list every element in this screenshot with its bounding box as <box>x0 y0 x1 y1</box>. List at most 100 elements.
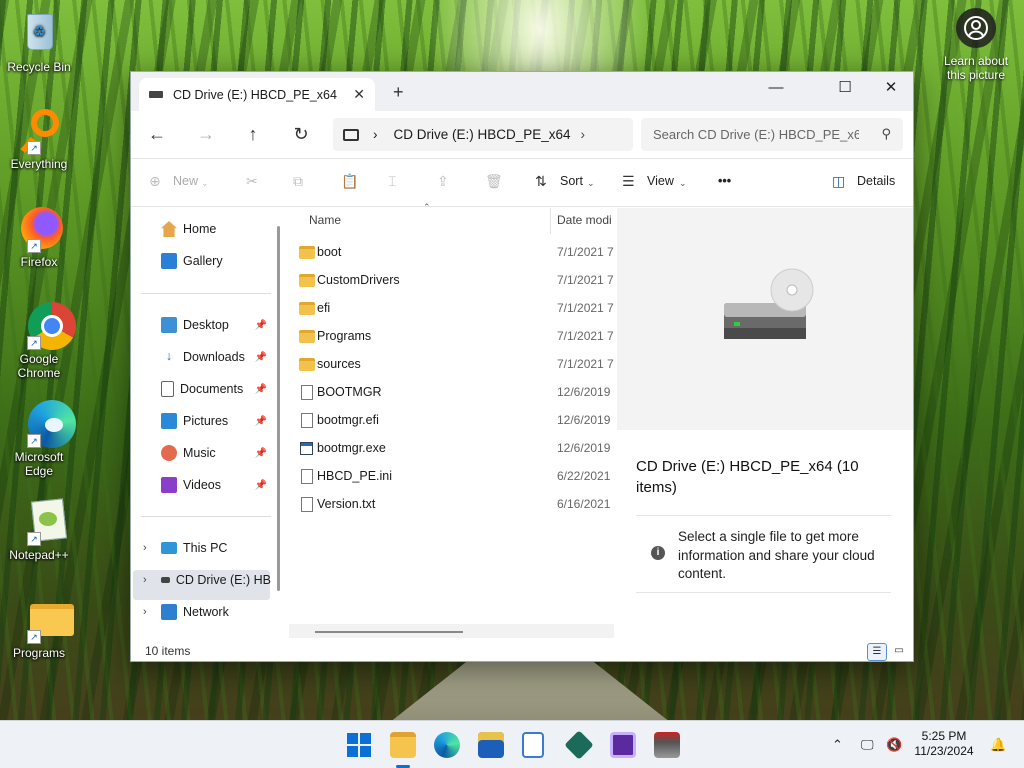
delete-icon[interactable]: 🗑 <box>485 173 503 190</box>
horizontal-scrollbar[interactable] <box>289 624 614 638</box>
cut-icon[interactable]: ✂ <box>246 173 258 190</box>
file-row[interactable]: CustomDrivers 7/1/2021 7 <box>289 266 616 294</box>
nav-item-downloads[interactable]: ↓ Downloads 📌 <box>161 343 271 371</box>
app-taskbar-icon-3[interactable] <box>654 732 680 758</box>
share-icon[interactable]: ⇪ <box>437 173 449 190</box>
nav-item-pictures[interactable]: Pictures 📌 <box>161 407 271 435</box>
paste-icon[interactable]: 📋 <box>341 173 358 190</box>
desktop-icon-recycle-bin[interactable]: ♻ Recycle Bin <box>2 10 76 74</box>
details-view-icon[interactable]: ☰ <box>867 643 887 661</box>
copy-icon[interactable]: ⧉ <box>293 173 303 190</box>
clock[interactable]: 5:25 PM 11/23/2024 <box>914 729 974 759</box>
file-row[interactable]: boot 7/1/2021 7 <box>289 238 616 266</box>
sort-icon[interactable]: ⇅ <box>535 173 547 190</box>
notification-bell-icon[interactable]: 🔔 <box>990 737 1006 753</box>
file-row[interactable]: sources 7/1/2021 7 <box>289 350 616 378</box>
nav-item-documents[interactable]: Documents 📌 <box>161 375 271 403</box>
notepad-taskbar-icon[interactable] <box>522 732 544 758</box>
view-icon[interactable]: ☰ <box>622 173 635 190</box>
file-row[interactable]: bootmgr.exe 12/6/2019 <box>289 434 616 462</box>
file-row[interactable]: bootmgr.efi 12/6/2019 <box>289 406 616 434</box>
file-name: sources <box>317 357 361 371</box>
pin-icon[interactable]: 📌 <box>255 416 267 427</box>
file-name: boot <box>317 245 342 259</box>
column-header-date[interactable]: Date modi <box>557 213 612 227</box>
tiles-view-icon[interactable]: ▭ <box>889 643 909 661</box>
file-row[interactable]: Version.txt 6/16/2021 <box>289 490 616 518</box>
breadcrumb[interactable]: CD Drive (E:) HBCD_PE_x64 <box>394 127 571 142</box>
desktop-icon-notepadpp[interactable]: ↗ Notepad++ <box>2 498 76 562</box>
pin-icon[interactable]: 📌 <box>255 352 267 363</box>
rename-icon[interactable]: ⌶ <box>388 173 396 190</box>
maximize-button[interactable]: ☐ <box>822 72 868 102</box>
app-taskbar-icon[interactable] <box>564 730 594 760</box>
chevron-right-icon[interactable]: › <box>143 542 147 554</box>
desktop-icon-chrome[interactable]: ↗ Google Chrome <box>2 302 76 380</box>
chevron-up-icon[interactable]: ⌃ <box>832 737 843 753</box>
nav-item-this-pc[interactable]: This PC <box>161 534 271 562</box>
column-header-name[interactable]: Name <box>309 213 341 227</box>
nav-item-home[interactable]: Home <box>161 215 271 243</box>
up-button[interactable]: ↑ <box>241 124 265 145</box>
command-bar: ⊕ New ⌄ ✂ ⧉ 📋 ⌶ ⇪ 🗑 ⇅ Sort ⌄ ☰ View ⌄ ••… <box>131 159 913 207</box>
file-date: 7/1/2021 7 <box>557 357 614 371</box>
details-button[interactable]: Details <box>857 174 895 188</box>
nav-scrollbar[interactable] <box>277 226 280 591</box>
pin-icon[interactable]: 📌 <box>255 320 267 331</box>
close-tab-icon[interactable]: ✕ <box>353 86 365 103</box>
file-icon <box>301 496 313 512</box>
file-row[interactable]: BOOTMGR 12/6/2019 <box>289 378 616 406</box>
more-options-button[interactable]: ••• <box>718 174 731 188</box>
status-bar: 10 items ☰ ▭ <box>131 637 913 661</box>
back-button[interactable]: ← <box>145 124 169 145</box>
file-icon <box>301 412 313 428</box>
chevron-right-icon[interactable]: › <box>143 574 147 586</box>
view-button[interactable]: View <box>647 174 674 188</box>
search-input[interactable]: Search CD Drive (E:) HBCD_PE_x64 ⚲ <box>641 118 903 151</box>
desktop-icon-edge[interactable]: ↗ Microsoft Edge <box>2 400 76 478</box>
app-taskbar-icon-2[interactable] <box>610 732 636 758</box>
minimize-button[interactable]: — <box>753 72 799 102</box>
nav-item-network[interactable]: Network <box>161 598 271 626</box>
forward-button[interactable]: → <box>194 124 218 145</box>
store-taskbar-icon[interactable] <box>478 732 504 758</box>
network-tray-icon[interactable]: 🖵 <box>861 737 874 753</box>
details-pane-icon[interactable]: ◫ <box>832 173 845 190</box>
start-button[interactable] <box>346 732 372 758</box>
file-explorer-taskbar-icon[interactable] <box>390 732 416 758</box>
pin-icon[interactable]: 📌 <box>255 384 267 395</box>
chevron-right-icon[interactable]: › <box>143 606 147 618</box>
new-button[interactable]: New <box>173 174 198 188</box>
close-button[interactable]: ✕ <box>868 72 914 102</box>
learn-about-picture[interactable]: Learn about this picture <box>936 8 1016 82</box>
chevron-right-icon[interactable]: › <box>581 127 586 142</box>
edge-taskbar-icon[interactable] <box>434 732 460 758</box>
pin-icon[interactable]: 📌 <box>255 448 267 459</box>
file-name: Programs <box>317 329 372 343</box>
gallery-icon <box>161 253 177 269</box>
volume-muted-icon[interactable]: 🔇 <box>886 737 902 753</box>
column-divider[interactable] <box>550 208 551 234</box>
taskbar: ⌃ 🖵 🔇 5:25 PM 11/23/2024 🔔 <box>0 720 1024 768</box>
nav-item-cd-drive[interactable]: CD Drive (E:) HB <box>161 566 271 594</box>
notepadpp-icon: ↗ <box>15 498 68 546</box>
tab-cd-drive[interactable]: CD Drive (E:) HBCD_PE_x64 ✕ <box>139 78 375 111</box>
nav-item-music[interactable]: Music 📌 <box>161 439 271 467</box>
desktop-icon-programs[interactable]: ↗ Programs <box>2 596 76 660</box>
explorer-body: Home Gallery Desktop 📌 ↓ Downloads 📌 Docum… <box>131 202 913 639</box>
desktop-icon-firefox[interactable]: ↗ Firefox <box>2 205 76 269</box>
nav-item-desktop[interactable]: Desktop 📌 <box>161 311 271 339</box>
address-bar[interactable]: › CD Drive (E:) HBCD_PE_x64 › <box>333 118 633 151</box>
refresh-button[interactable]: ↻ <box>289 124 313 145</box>
pin-icon[interactable]: 📌 <box>255 480 267 491</box>
sort-button[interactable]: Sort <box>560 174 583 188</box>
file-row[interactable]: Programs 7/1/2021 7 <box>289 322 616 350</box>
scrollbar-thumb[interactable] <box>315 631 463 633</box>
nav-item-gallery[interactable]: Gallery <box>161 247 271 275</box>
file-row[interactable]: efi 7/1/2021 7 <box>289 294 616 322</box>
new-icon[interactable]: ⊕ <box>149 173 161 190</box>
new-tab-button[interactable]: + <box>393 82 404 103</box>
file-row[interactable]: HBCD_PE.ini 6/22/2021 <box>289 462 616 490</box>
desktop-icon-everything[interactable]: ↗ Everything <box>2 107 76 171</box>
nav-item-videos[interactable]: Videos 📌 <box>161 471 271 499</box>
